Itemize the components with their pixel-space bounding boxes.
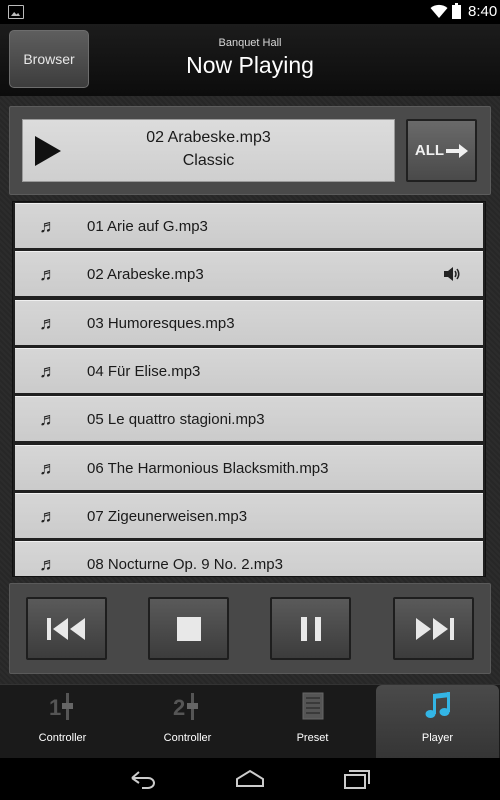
tab-preset[interactable]: Preset	[251, 685, 374, 758]
battery-icon	[452, 3, 461, 19]
play-all-label: ALL	[414, 142, 445, 159]
music-note-icon: ♬	[39, 216, 57, 236]
now-playing-track: 02 Arabeske.mp3	[146, 129, 271, 146]
music-note-icon: ♬	[39, 360, 57, 381]
playlist-item[interactable]: ♬ 04 Für Elise.mp3	[15, 347, 483, 393]
player-panel: 02 Arabeske.mp3 Classic ALL ♬ 01 Arie auf…	[0, 96, 500, 684]
playlist-item[interactable]: ♬ 03 Humoresques.mp3	[15, 299, 483, 345]
page-title: Now Playing	[186, 52, 314, 78]
now-playing-genre: Classic	[182, 152, 235, 169]
skip-previous-icon	[46, 617, 85, 640]
system-nav-bar	[0, 758, 500, 800]
svg-text:2: 2	[173, 695, 185, 720]
playlist[interactable]: ♬ 01 Arie auf G.mp3 ♬ 02 Arabeske.mp3 ♬ 03 Hu…	[12, 201, 486, 577]
playlist-item[interactable]: ♬ 02 Arabeske.mp3	[15, 251, 483, 297]
stop-button[interactable]	[148, 597, 229, 660]
wifi-icon	[430, 4, 448, 18]
track-name: 02 Arabeske.mp3	[87, 266, 204, 284]
track-name: 01 Arie auf G.mp3	[87, 218, 208, 235]
track-name: 07 Zigeunerweisen.mp3	[87, 507, 248, 525]
stop-icon	[176, 616, 201, 641]
tab-label: Controller	[38, 732, 87, 744]
now-playing-panel: 02 Arabeske.mp3 Classic ALL	[9, 106, 491, 195]
playlist-item[interactable]: ♬ 06 The Harmonious Blacksmith.mp3	[15, 444, 483, 490]
play-all-button[interactable]: ALL	[406, 119, 477, 182]
track-name: 04 Für Elise.mp3	[87, 362, 201, 380]
music-note-icon: ♬	[39, 457, 57, 478]
tab-label: Player	[421, 732, 454, 744]
music-note-icon: ♬	[39, 505, 57, 526]
recent-apps-icon[interactable]	[342, 768, 372, 790]
music-note-icon: ♬	[39, 409, 57, 430]
bottom-tab-bar: 1 Controller 2 Controller Preset Player	[0, 684, 500, 759]
next-button[interactable]	[393, 597, 474, 660]
playlist-item[interactable]: ♬ 07 Zigeunerweisen.mp3	[15, 492, 483, 538]
tab-label: Preset	[296, 732, 329, 744]
zone-name: Banquet Hall	[218, 37, 282, 49]
music-note-icon: ♬	[39, 264, 57, 285]
now-playing-display[interactable]: 02 Arabeske.mp3 Classic	[22, 119, 395, 182]
tab-label: Controller	[163, 732, 212, 744]
image-notification-icon	[8, 5, 24, 19]
preset-icon	[302, 692, 323, 720]
playlist-item[interactable]: ♬ 05 Le quattro stagioni.mp3	[15, 396, 483, 442]
transport-controls	[9, 583, 491, 674]
pause-button[interactable]	[270, 597, 351, 660]
skip-next-icon	[415, 617, 454, 640]
header: Browser Banquet Hall Now Playing	[0, 24, 500, 97]
pause-icon	[300, 616, 321, 641]
track-name: 08 Nocturne Op. 9 No. 2.mp3	[87, 556, 283, 574]
playlist-item[interactable]: ♬ 01 Arie auf G.mp3	[15, 203, 483, 248]
track-name: 03 Humoresques.mp3	[87, 314, 235, 332]
previous-button[interactable]	[26, 597, 107, 660]
music-note-icon: ♬	[39, 312, 57, 333]
fader-2-icon: 2	[173, 693, 198, 720]
fader-1-icon: 1	[49, 693, 73, 720]
speaker-icon	[444, 267, 460, 282]
music-note-icon: ♬	[39, 554, 57, 575]
track-name: 05 Le quattro stagioni.mp3	[87, 411, 265, 429]
back-icon[interactable]	[128, 768, 158, 790]
home-icon[interactable]	[235, 768, 265, 790]
svg-text:1: 1	[49, 695, 61, 720]
tab-player[interactable]: Player	[376, 685, 499, 758]
playlist-item[interactable]: ♬ 08 Nocturne Op. 9 No. 2.mp3	[15, 541, 483, 576]
tab-controller-2[interactable]: 2 Controller	[126, 685, 249, 758]
tab-controller-1[interactable]: 1 Controller	[1, 685, 124, 758]
status-time: 8:40	[468, 3, 498, 20]
track-name: 06 The Harmonious Blacksmith.mp3	[87, 459, 329, 477]
status-bar: 8:40	[0, 0, 500, 24]
arrow-right-icon	[446, 143, 469, 158]
music-note-icon	[425, 692, 450, 718]
